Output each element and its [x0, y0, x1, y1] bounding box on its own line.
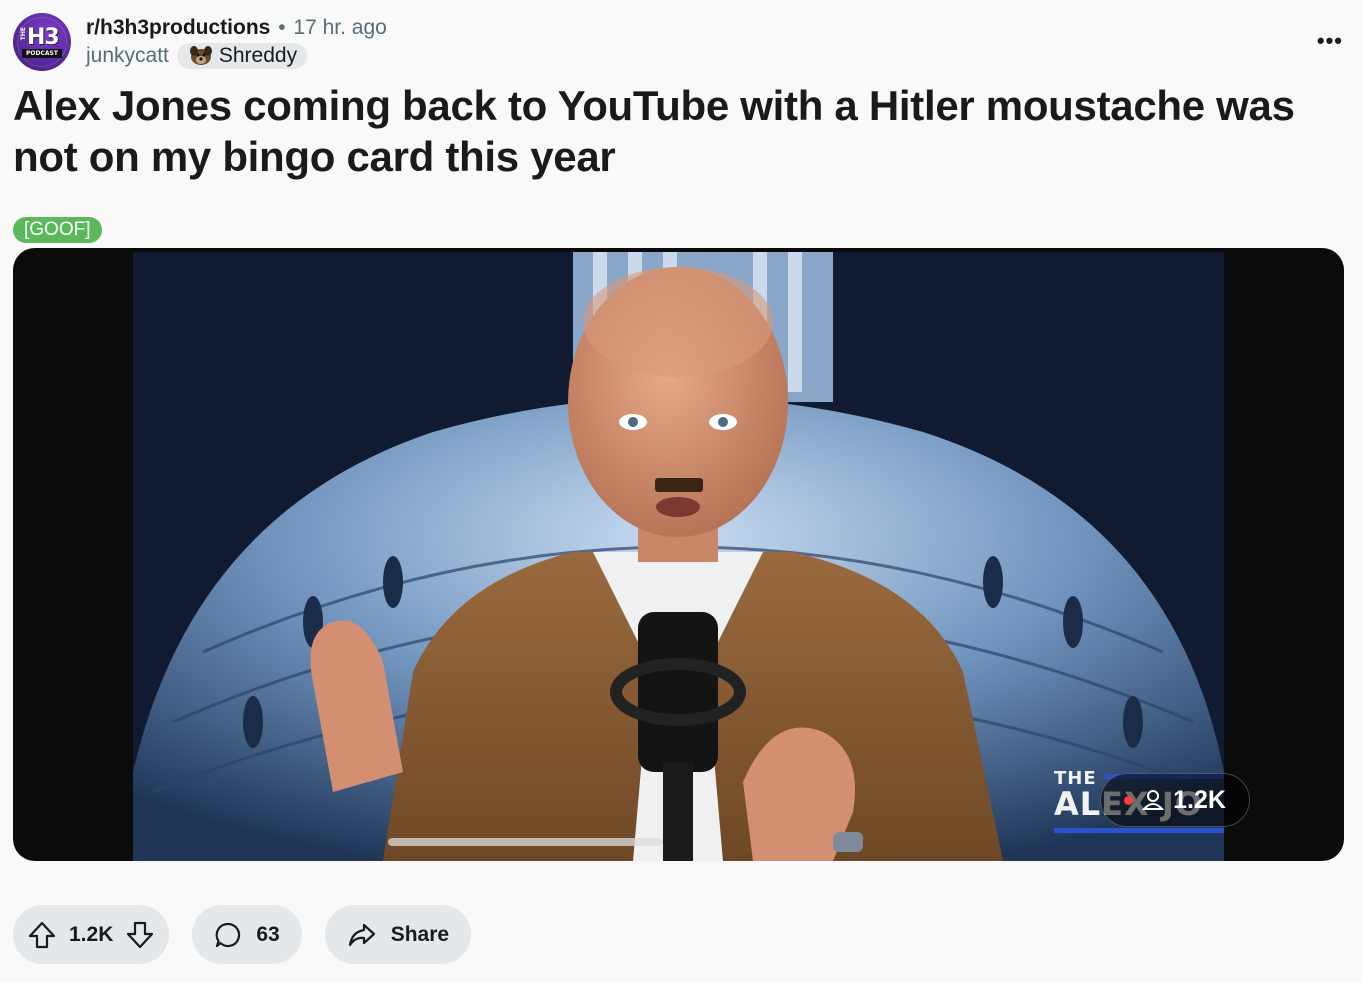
author-line: junkycatt Shreddy	[86, 43, 308, 69]
vote-control: 1.2K	[13, 905, 170, 964]
author-link[interactable]: junkycatt	[86, 44, 169, 68]
post-title[interactable]: Alex Jones coming back to YouTube with a…	[13, 80, 1333, 182]
dog-icon	[187, 45, 215, 67]
avatar-h3-label: H3	[27, 25, 60, 50]
downvote-arrow-icon[interactable]	[125, 920, 155, 950]
user-flair: Shreddy	[176, 43, 308, 69]
vote-score: 1.2K	[69, 922, 114, 946]
share-button[interactable]: Share	[324, 905, 472, 964]
share-label: Share	[390, 922, 450, 946]
comments-button[interactable]: 63	[192, 905, 302, 964]
comment-count: 63	[256, 922, 280, 946]
post-actions-bar: 1.2K 63 Share	[13, 905, 472, 964]
post-age: 17 hr. ago	[293, 16, 387, 39]
video-frame: THE ALEX JO	[133, 252, 1224, 861]
subreddit-link[interactable]: r/h3h3productions	[86, 16, 270, 39]
logo-bar-bottom	[1054, 828, 1224, 833]
avatar-the-label: THE	[20, 27, 27, 41]
post-header: THE H3 PODCAST r/h3h3productions • 17 hr…	[13, 12, 1349, 72]
more-options-button[interactable]: •••	[1317, 28, 1343, 54]
post-flair-tag[interactable]: [GOOF]	[13, 217, 102, 243]
person-icon	[1141, 789, 1165, 811]
share-arrow-icon	[347, 921, 377, 949]
user-flair-label: Shreddy	[218, 44, 298, 67]
video-player[interactable]: THE ALEX JO 1.2K	[13, 248, 1344, 861]
subreddit-line: r/h3h3productions • 17 hr. ago	[86, 16, 387, 40]
comment-bubble-icon	[214, 921, 242, 949]
meta-separator: •	[278, 16, 286, 39]
upvote-arrow-icon[interactable]	[27, 920, 57, 950]
subreddit-avatar[interactable]: THE H3 PODCAST	[13, 13, 71, 71]
viewer-count: 1.2K	[1173, 785, 1226, 814]
avatar-podcast-label: PODCAST	[22, 49, 62, 58]
video-scrubber[interactable]	[388, 838, 663, 846]
live-viewer-badge: 1.2K	[1100, 773, 1250, 827]
live-indicator-dot	[1124, 795, 1134, 805]
